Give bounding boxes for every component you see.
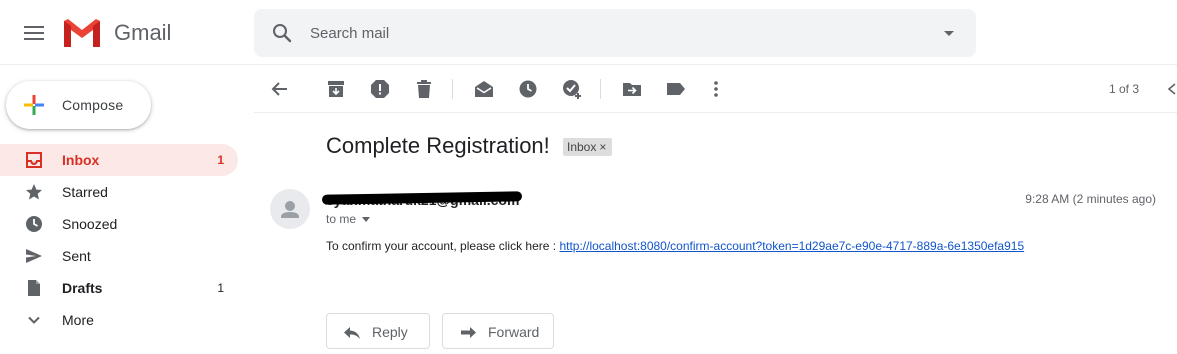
inbox-label-chip[interactable]: Inbox × bbox=[563, 138, 613, 156]
label-chip-text: Inbox bbox=[567, 140, 597, 154]
draft-count: 1 bbox=[217, 281, 224, 295]
send-icon bbox=[24, 246, 44, 266]
snooze-icon[interactable] bbox=[516, 77, 540, 101]
main-menu-button[interactable] bbox=[18, 18, 50, 48]
report-spam-icon[interactable] bbox=[368, 77, 392, 101]
email-subject: Complete Registration! bbox=[326, 133, 550, 158]
chevron-down-icon bbox=[24, 310, 44, 330]
sidebar-item-more[interactable]: More bbox=[0, 304, 238, 336]
gmail-logo[interactable] bbox=[62, 17, 102, 49]
caret-down-icon bbox=[362, 217, 371, 223]
recipient-details-toggle[interactable]: to me bbox=[326, 212, 371, 226]
search-bar bbox=[254, 9, 976, 57]
search-options-dropdown-icon[interactable] bbox=[942, 26, 956, 40]
person-icon bbox=[281, 201, 299, 218]
more-options-icon[interactable] bbox=[704, 77, 728, 101]
sidebar-item-sent[interactable]: Sent bbox=[0, 240, 238, 272]
confirm-account-link[interactable]: http://localhost:8080/confirm-account?to… bbox=[559, 239, 1024, 253]
search-icon[interactable] bbox=[270, 21, 294, 45]
sidebar-item-label: Drafts bbox=[62, 280, 103, 296]
delete-icon[interactable] bbox=[412, 77, 436, 101]
add-to-tasks-icon[interactable] bbox=[560, 77, 584, 101]
message-toolbar: 1 of 3 bbox=[254, 65, 1177, 113]
forward-button[interactable]: Forward bbox=[442, 313, 554, 349]
label-icon[interactable] bbox=[664, 77, 688, 101]
archive-icon[interactable] bbox=[324, 77, 348, 101]
sidebar-item-starred[interactable]: Starred bbox=[0, 176, 238, 208]
compose-label: Compose bbox=[62, 97, 124, 113]
sidebar-item-label: More bbox=[62, 312, 94, 328]
draft-icon bbox=[24, 278, 44, 298]
sidebar-item-label: Sent bbox=[62, 248, 91, 264]
back-arrow-icon[interactable] bbox=[268, 77, 292, 101]
move-to-icon[interactable] bbox=[620, 77, 644, 101]
app-brand-name: Gmail bbox=[114, 20, 172, 45]
compose-button[interactable]: Compose bbox=[6, 81, 151, 129]
compose-plus-icon bbox=[22, 93, 46, 117]
search-input[interactable] bbox=[310, 23, 910, 43]
sidebar-item-snoozed[interactable]: Snoozed bbox=[0, 208, 238, 240]
unread-count: 1 bbox=[217, 153, 224, 167]
body-text: To confirm your account, please click he… bbox=[326, 239, 560, 253]
email-timestamp: 9:28 AM (2 minutes ago) bbox=[1025, 192, 1156, 206]
hamburger-icon bbox=[24, 26, 44, 40]
sidebar-item-drafts[interactable]: Drafts 1 bbox=[0, 272, 238, 304]
recipient-text: to me bbox=[326, 212, 357, 226]
forward-label: Forward bbox=[488, 324, 540, 340]
remove-label-icon[interactable]: × bbox=[599, 140, 606, 154]
sidebar-nav: Inbox 1 Starred Snoozed Sent Drafts 1 Mo… bbox=[0, 144, 240, 336]
email-body: To confirm your account, please click he… bbox=[326, 239, 1024, 253]
reply-label: Reply bbox=[372, 324, 408, 340]
reply-button[interactable]: Reply bbox=[326, 313, 430, 349]
sidebar-item-inbox[interactable]: Inbox 1 bbox=[0, 144, 238, 176]
app-header: Gmail bbox=[0, 0, 1177, 65]
reply-arrow-icon bbox=[343, 323, 361, 341]
sidebar-item-label: Starred bbox=[62, 184, 108, 200]
inbox-icon bbox=[24, 150, 44, 170]
sender-avatar bbox=[270, 189, 310, 229]
pagination-count: 1 of 3 bbox=[1108, 82, 1139, 96]
sidebar-item-label: Snoozed bbox=[62, 216, 118, 232]
clock-icon bbox=[24, 214, 44, 234]
forward-arrow-icon bbox=[459, 323, 477, 341]
toolbar-divider bbox=[600, 79, 601, 99]
star-icon bbox=[24, 182, 44, 202]
sidebar-item-label: Inbox bbox=[62, 152, 100, 168]
gmail-m-icon bbox=[64, 19, 100, 47]
mark-unread-icon[interactable] bbox=[472, 77, 496, 101]
toolbar-divider bbox=[452, 79, 453, 99]
previous-page-icon[interactable] bbox=[1165, 79, 1177, 99]
